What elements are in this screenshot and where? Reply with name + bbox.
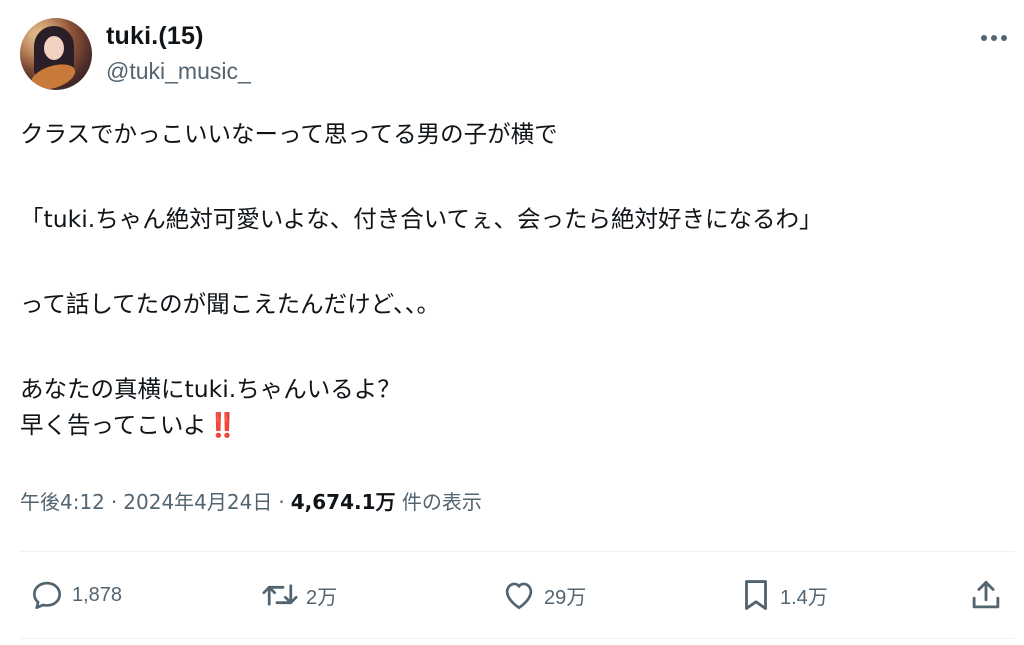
like-count: 29万 [544, 586, 587, 609]
avatar-face [44, 36, 64, 60]
like-button[interactable]: 29万 [500, 572, 586, 618]
bookmark-count: 1.4万 [780, 586, 828, 609]
divider [20, 638, 1014, 639]
share-icon [968, 576, 1004, 614]
post-date[interactable]: 2024年4月24日 [123, 490, 272, 514]
post-meta: 午後4:12 · 2024年4月24日 · 4,674.1万 件の表示 [20, 486, 482, 515]
reply-icon [28, 576, 66, 614]
heart-icon [500, 576, 538, 614]
divider [20, 551, 1014, 552]
post-line: 「tuki.ちゃん絶対可愛いよな、付き合いてぇ、会ったら絶対好きになるわ」 [20, 205, 823, 233]
author-display-name[interactable]: tuki.(15) [106, 22, 204, 51]
share-button[interactable] [968, 572, 1004, 618]
action-bar: 1,878 2万 29万 1.4万 [20, 572, 1014, 618]
post-line: って話してたのが聞こえたんだけど、、。 [20, 290, 440, 318]
post-card: tuki.(15) @tuki_music_ クラスでかっこいいなーって思ってる… [0, 0, 1024, 645]
post-text: クラスでかっこいいなーって思ってる男の子が横で 「tuki.ちゃん絶対可愛いよな… [20, 116, 1010, 443]
repost-icon [260, 576, 300, 614]
views-count: 4,674.1万 [290, 490, 396, 514]
repost-count: 2万 [306, 586, 338, 609]
author-handle[interactable]: @tuki_music_ [106, 58, 251, 85]
more-icon [980, 34, 1008, 42]
bookmark-button[interactable]: 1.4万 [738, 572, 828, 618]
double-exclamation-emoji: ‼️ [208, 411, 237, 439]
meta-separator: · [110, 490, 118, 514]
bookmark-icon [738, 576, 774, 614]
meta-separator: · [278, 490, 285, 514]
avatar[interactable] [20, 18, 92, 90]
post-time[interactable]: 午後4:12 [20, 490, 105, 514]
more-button[interactable] [974, 22, 1014, 54]
repost-button[interactable]: 2万 [260, 572, 337, 618]
post-line: クラスでかっこいいなーって思ってる男の子が横で [20, 120, 558, 148]
reply-button[interactable]: 1,878 [28, 572, 122, 618]
reply-count: 1,878 [72, 583, 123, 606]
post-line: あなたの真横にtuki.ちゃんいるよ？ [20, 375, 401, 403]
views-label: 件の表示 [401, 490, 482, 514]
post-line: 早く告ってこいよ [20, 411, 207, 439]
post-line-last: 早く告ってこいよ‼️ [20, 407, 1010, 443]
